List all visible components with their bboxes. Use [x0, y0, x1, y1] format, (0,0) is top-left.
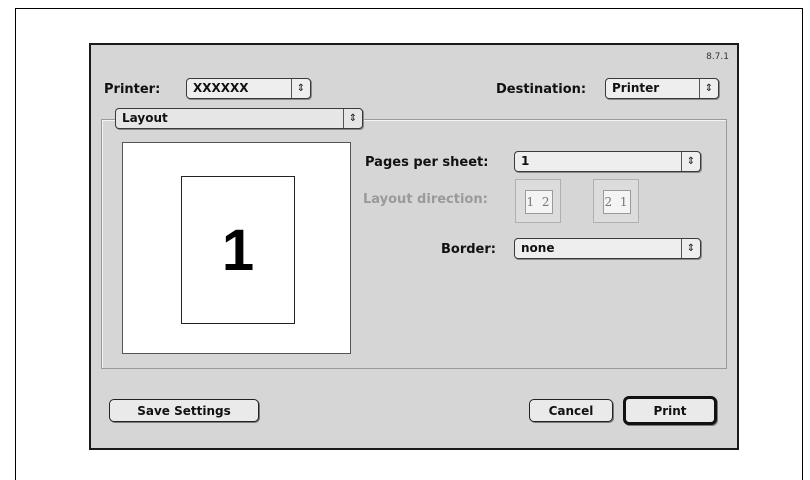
save-settings-button[interactable]: Save Settings	[109, 399, 259, 422]
popup-arrows-icon: ⇕	[291, 79, 310, 98]
panel-value: Layout	[122, 111, 168, 125]
print-button[interactable]: Print	[623, 396, 717, 425]
border-value: none	[521, 241, 555, 255]
popup-arrows-icon: ⇕	[343, 109, 362, 128]
preview-sheet: 1	[181, 176, 295, 324]
pages-per-sheet-value: 1	[521, 154, 530, 168]
destination-value: Printer	[612, 81, 660, 95]
version-label: 8.7.1	[706, 52, 729, 62]
printer-label: Printer:	[104, 82, 161, 97]
preview-page-number: 1	[221, 217, 255, 283]
destination-label: Destination:	[496, 82, 587, 97]
direction-option-text: 2 1	[603, 190, 631, 214]
left-to-right-icon[interactable]: 1 2	[515, 179, 561, 223]
printer-value: XXXXXX	[193, 81, 249, 95]
pages-per-sheet-popup[interactable]: 1 ⇕	[514, 151, 701, 172]
layout-preview: 1	[122, 142, 351, 354]
popup-arrows-icon: ⇕	[699, 79, 718, 98]
printer-popup[interactable]: XXXXXX ⇕	[186, 78, 311, 99]
layout-direction-label: Layout direction:	[363, 192, 488, 207]
popup-arrows-icon: ⇕	[681, 239, 700, 258]
popup-arrows-icon: ⇕	[681, 152, 700, 171]
border-popup[interactable]: none ⇕	[514, 238, 701, 259]
panel-popup[interactable]: Layout ⇕	[115, 108, 363, 129]
cancel-button[interactable]: Cancel	[529, 399, 613, 422]
direction-option-text: 1 2	[525, 190, 553, 214]
print-dialog: 8.7.1 Printer: XXXXXX ⇕ Destination: Pri…	[89, 43, 739, 450]
pages-per-sheet-label: Pages per sheet:	[365, 155, 489, 170]
border-label: Border:	[441, 242, 496, 257]
destination-popup[interactable]: Printer ⇕	[605, 78, 719, 99]
right-to-left-icon[interactable]: 2 1	[593, 179, 639, 223]
